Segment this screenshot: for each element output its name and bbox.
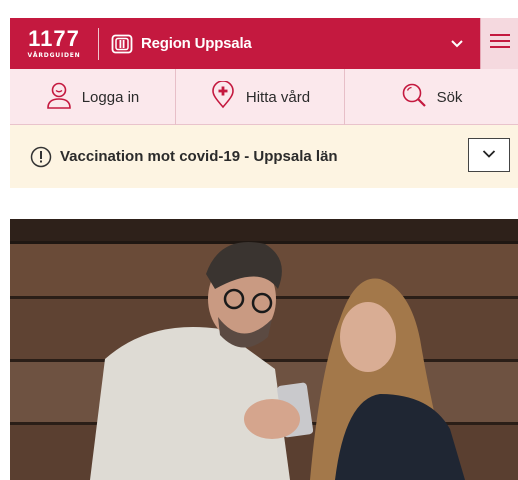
search-icon [401, 82, 427, 112]
chevron-down-icon[interactable] [450, 36, 464, 55]
quick-nav: Logga in Hitta vård Sök [10, 69, 518, 125]
search-link[interactable]: Sök [345, 69, 518, 125]
chevron-down-icon [482, 146, 496, 164]
find-care-link[interactable]: Hitta vård [176, 69, 345, 125]
login-link[interactable]: Logga in [10, 69, 176, 125]
menu-button[interactable] [480, 18, 518, 69]
user-icon [46, 81, 72, 113]
alert-text: Vaccination mot covid-19 - Uppsala län [60, 148, 338, 165]
exclamation-circle-icon [30, 146, 52, 168]
find-care-label: Hitta vård [245, 88, 311, 106]
logo-number: 1177 [28, 25, 80, 51]
region-uppsala-logo-icon [111, 33, 133, 55]
region-label: Region Uppsala [141, 35, 252, 52]
logo-subtitle: VÅRDGUIDEN [27, 51, 81, 59]
alert-expand-button[interactable] [468, 138, 510, 172]
site-header: 1177 VÅRDGUIDEN Region Uppsala [10, 18, 518, 69]
search-label: Sök [436, 88, 463, 106]
covid-alert[interactable]: Vaccination mot covid-19 - Uppsala län [10, 125, 518, 188]
login-label: Logga in [81, 88, 140, 106]
page: 1177 VÅRDGUIDEN Region Uppsala Logga in … [0, 0, 518, 480]
location-plus-icon [210, 80, 236, 113]
logo-divider [98, 27, 99, 60]
logo-1177[interactable]: 1177 VÅRDGUIDEN [10, 18, 98, 69]
hero-image [10, 219, 518, 480]
region-selector[interactable]: Region Uppsala [111, 33, 252, 55]
hamburger-menu-icon [489, 32, 511, 55]
